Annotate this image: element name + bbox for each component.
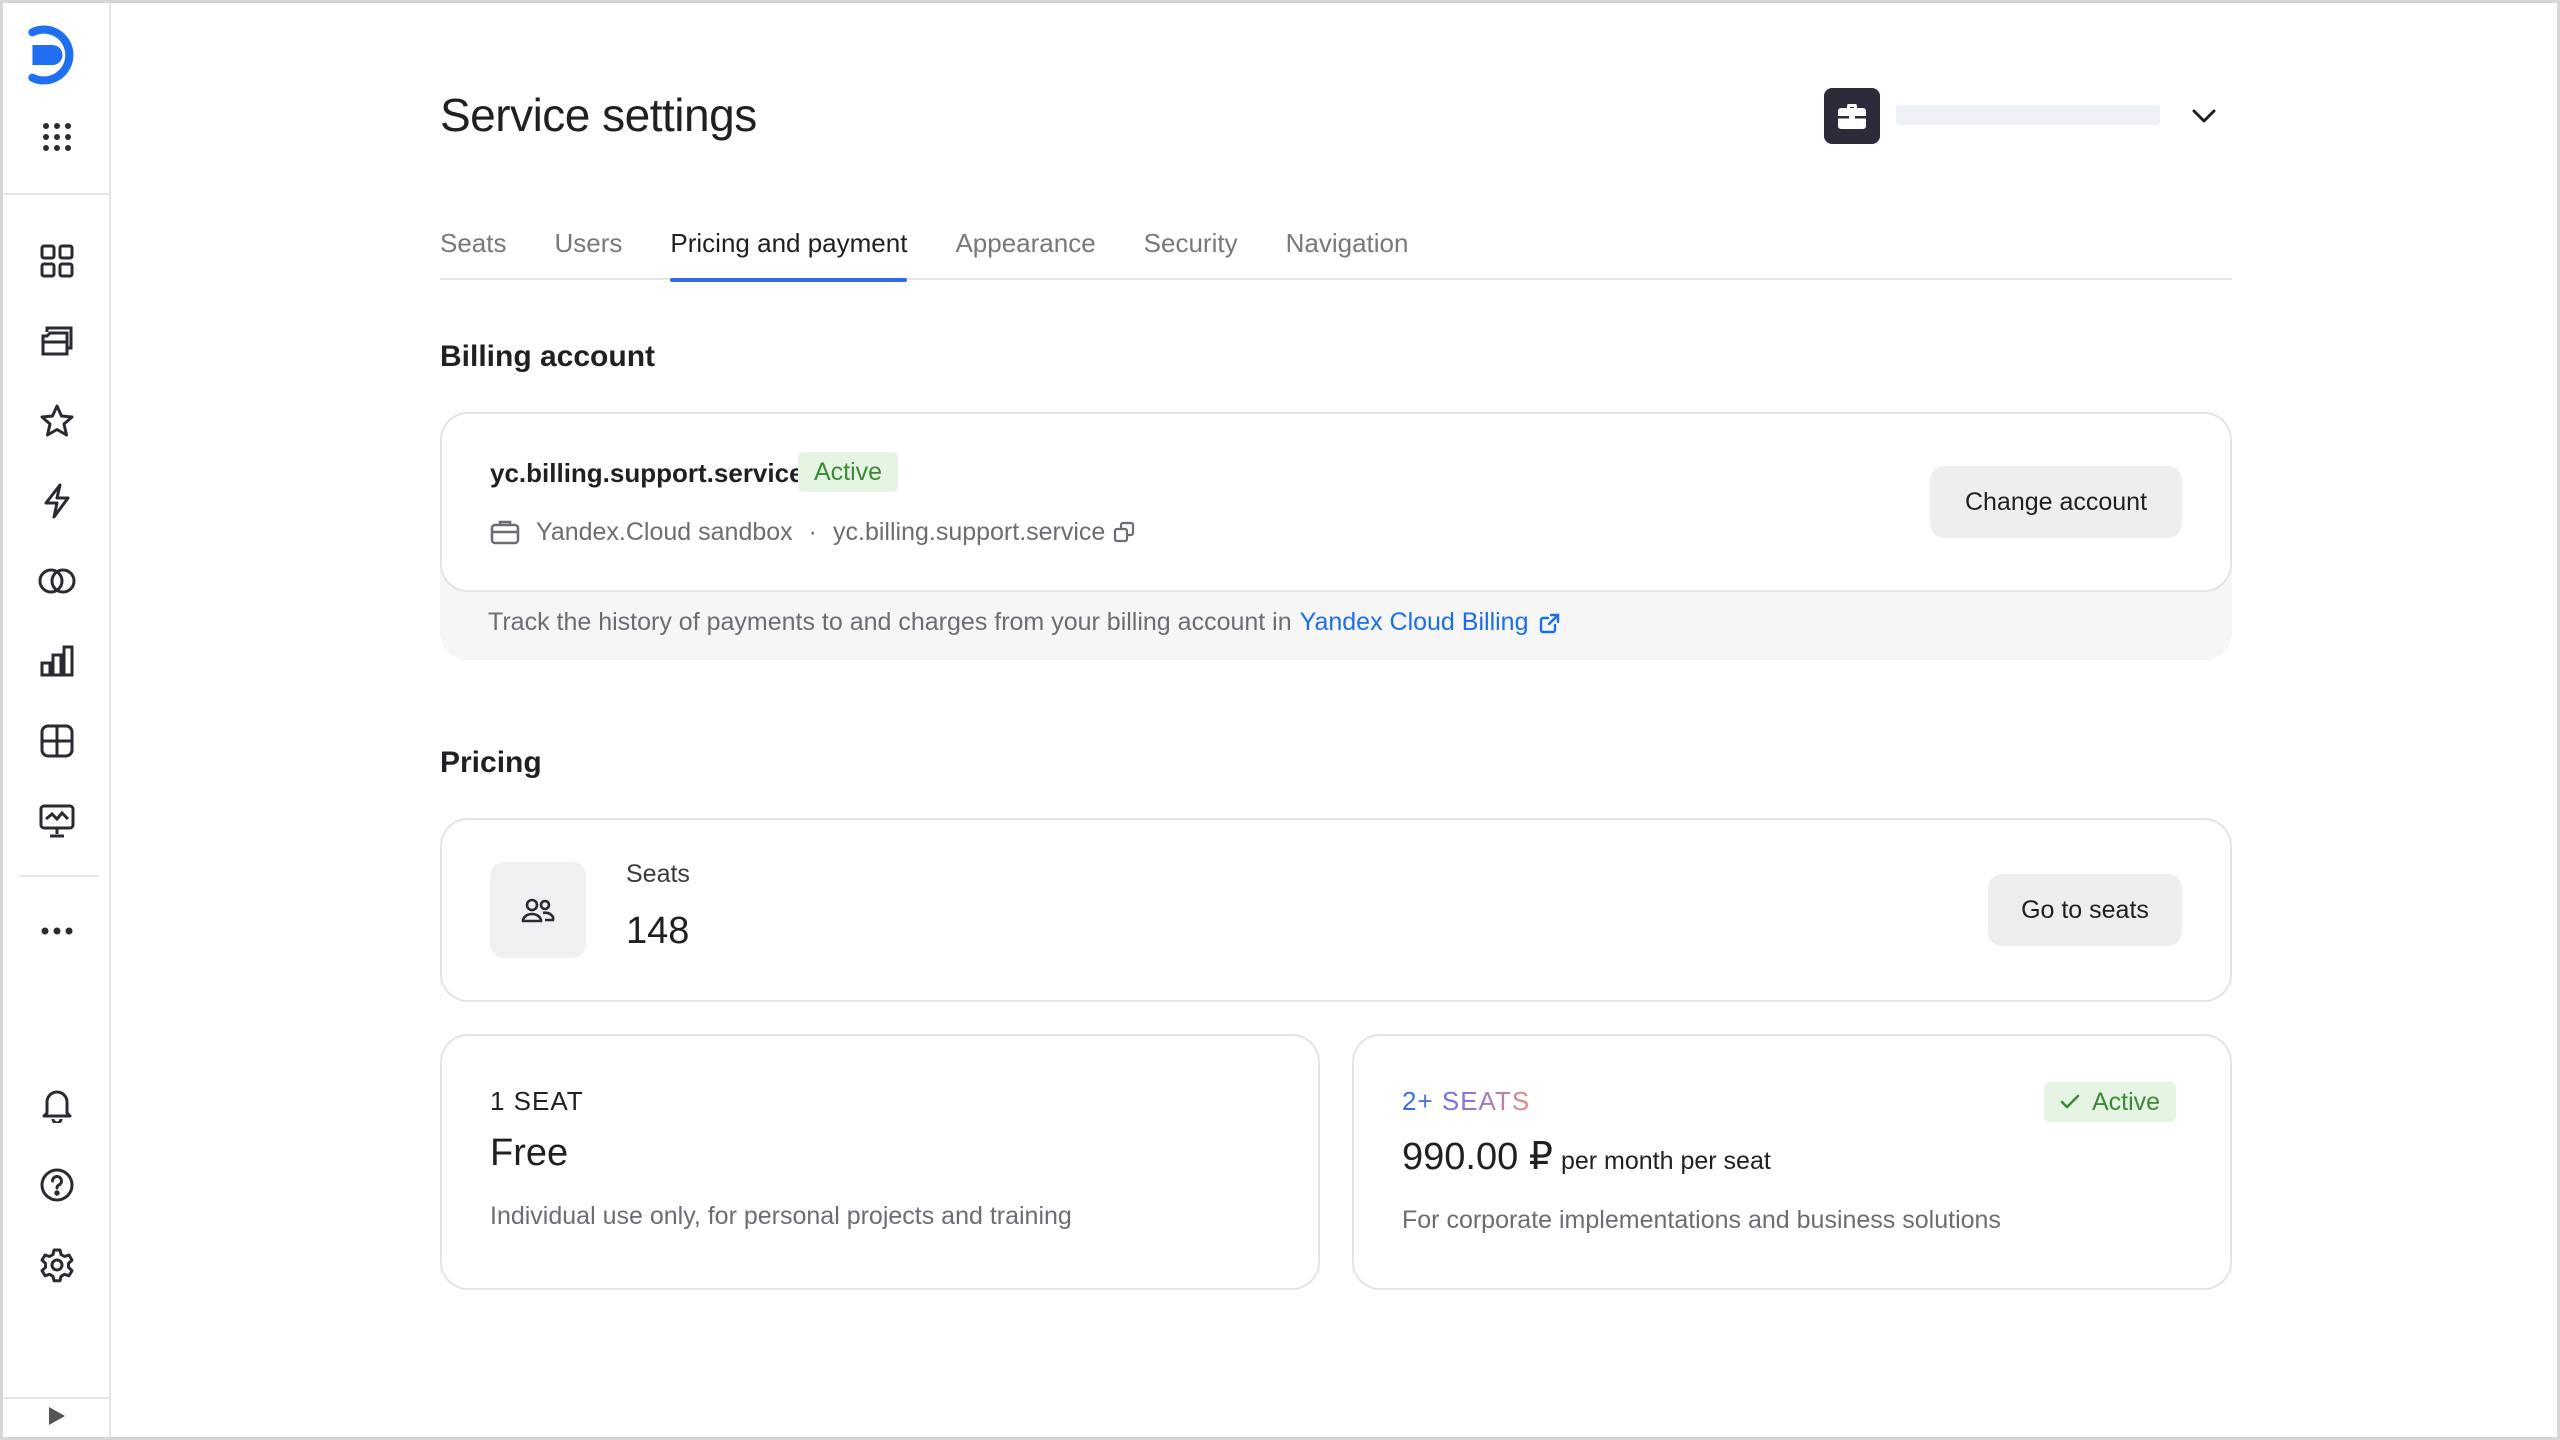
billing-note: Track the history of payments to and cha…: [488, 608, 1561, 637]
checkmark-icon: [2060, 1094, 2080, 1110]
plan-card-multi: 2+ SEATS 990.00 ₽ per month per seat For …: [1352, 1034, 2232, 1290]
tab-seats[interactable]: Seats: [440, 220, 507, 280]
meta-separator: ·: [808, 517, 817, 546]
billing-account-name: yc.billing.support.service: [490, 458, 804, 488]
sidebar: [3, 3, 111, 1437]
tab-navigation[interactable]: Navigation: [1286, 220, 1409, 280]
organization-name-placeholder: [1896, 105, 2160, 125]
seats-count: 148: [626, 910, 690, 952]
plan-price: 990.00 ₽: [1402, 1136, 1553, 1178]
billing-section-title: Billing account: [440, 340, 656, 373]
help-icon[interactable]: [27, 1155, 87, 1215]
tab-users[interactable]: Users: [555, 220, 623, 280]
collapse-sidebar-button[interactable]: [3, 1397, 111, 1437]
billing-account-panel: yc.billing.support.service Active Yandex…: [440, 412, 2232, 660]
apps-grid-icon[interactable]: [27, 107, 87, 167]
plan-period: per month per seat: [1560, 1147, 1771, 1175]
plan-status-label: Active: [2092, 1088, 2161, 1116]
bell-icon[interactable]: [27, 1075, 87, 1135]
users-icon: [490, 862, 586, 958]
tab-appearance[interactable]: Appearance: [955, 220, 1095, 280]
dashboard-icon[interactable]: [27, 231, 87, 291]
briefcase-icon: [1824, 88, 1880, 144]
plan-title: 2+ SEATS: [1402, 1086, 1531, 1116]
gear-icon[interactable]: [27, 1235, 87, 1295]
chevron-down-icon[interactable]: [2188, 100, 2220, 132]
more-icon[interactable]: [27, 901, 87, 961]
status-badge: Active: [798, 452, 899, 492]
tab-security[interactable]: Security: [1144, 220, 1238, 280]
external-link-icon[interactable]: [1539, 612, 1561, 634]
pricing-section-title: Pricing: [440, 746, 542, 779]
collections-icon[interactable]: [27, 311, 87, 371]
sidebar-divider: [19, 875, 99, 877]
seats-summary-card: Seats 148 Go to seats: [440, 818, 2232, 1002]
change-account-button[interactable]: Change account: [1930, 466, 2182, 538]
lightning-icon[interactable]: [27, 471, 87, 531]
billing-account-meta: Yandex.Cloud sandbox · yc.billing.suppor…: [490, 514, 1135, 550]
cloud-name: Yandex.Cloud sandbox: [536, 517, 793, 546]
presentation-icon[interactable]: [27, 791, 87, 851]
table-icon[interactable]: [27, 711, 87, 771]
favorites-star-icon[interactable]: [27, 391, 87, 451]
rings-icon[interactable]: [27, 551, 87, 611]
plan-price: Free: [490, 1132, 569, 1174]
plan-description: For corporate implementations and busine…: [1402, 1206, 2001, 1234]
sidebar-divider: [3, 193, 111, 195]
billing-account-id: yc.billing.support.service: [833, 517, 1106, 546]
plan-card-single: 1 SEAT Free Individual use only, for per…: [440, 1034, 1320, 1290]
settings-tabs: Seats Users Pricing and payment Appearan…: [440, 220, 2232, 282]
cloud-briefcase-icon: [490, 519, 520, 545]
yandex-logo-icon[interactable]: [27, 25, 87, 85]
plan-status-badge: Active: [2044, 1082, 2177, 1122]
billing-note-text: Track the history of payments to and cha…: [488, 608, 1292, 636]
tab-pricing-and-payment[interactable]: Pricing and payment: [670, 220, 908, 282]
copy-icon[interactable]: [1113, 521, 1135, 543]
go-to-seats-button[interactable]: Go to seats: [1988, 874, 2182, 946]
yandex-cloud-billing-link[interactable]: Yandex Cloud Billing: [1300, 608, 1529, 637]
bar-chart-icon[interactable]: [27, 631, 87, 691]
page-title: Service settings: [440, 89, 757, 141]
organization-switcher[interactable]: [1824, 88, 2232, 144]
plan-description: Individual use only, for personal projec…: [490, 1202, 1072, 1230]
plan-price-row: 990.00 ₽ per month per seat: [1402, 1134, 1771, 1179]
billing-account-card: yc.billing.support.service Active Yandex…: [440, 412, 2232, 592]
plan-title: 1 SEAT: [490, 1086, 584, 1116]
play-triangle-icon: [49, 1406, 65, 1430]
seats-label: Seats: [626, 860, 690, 888]
